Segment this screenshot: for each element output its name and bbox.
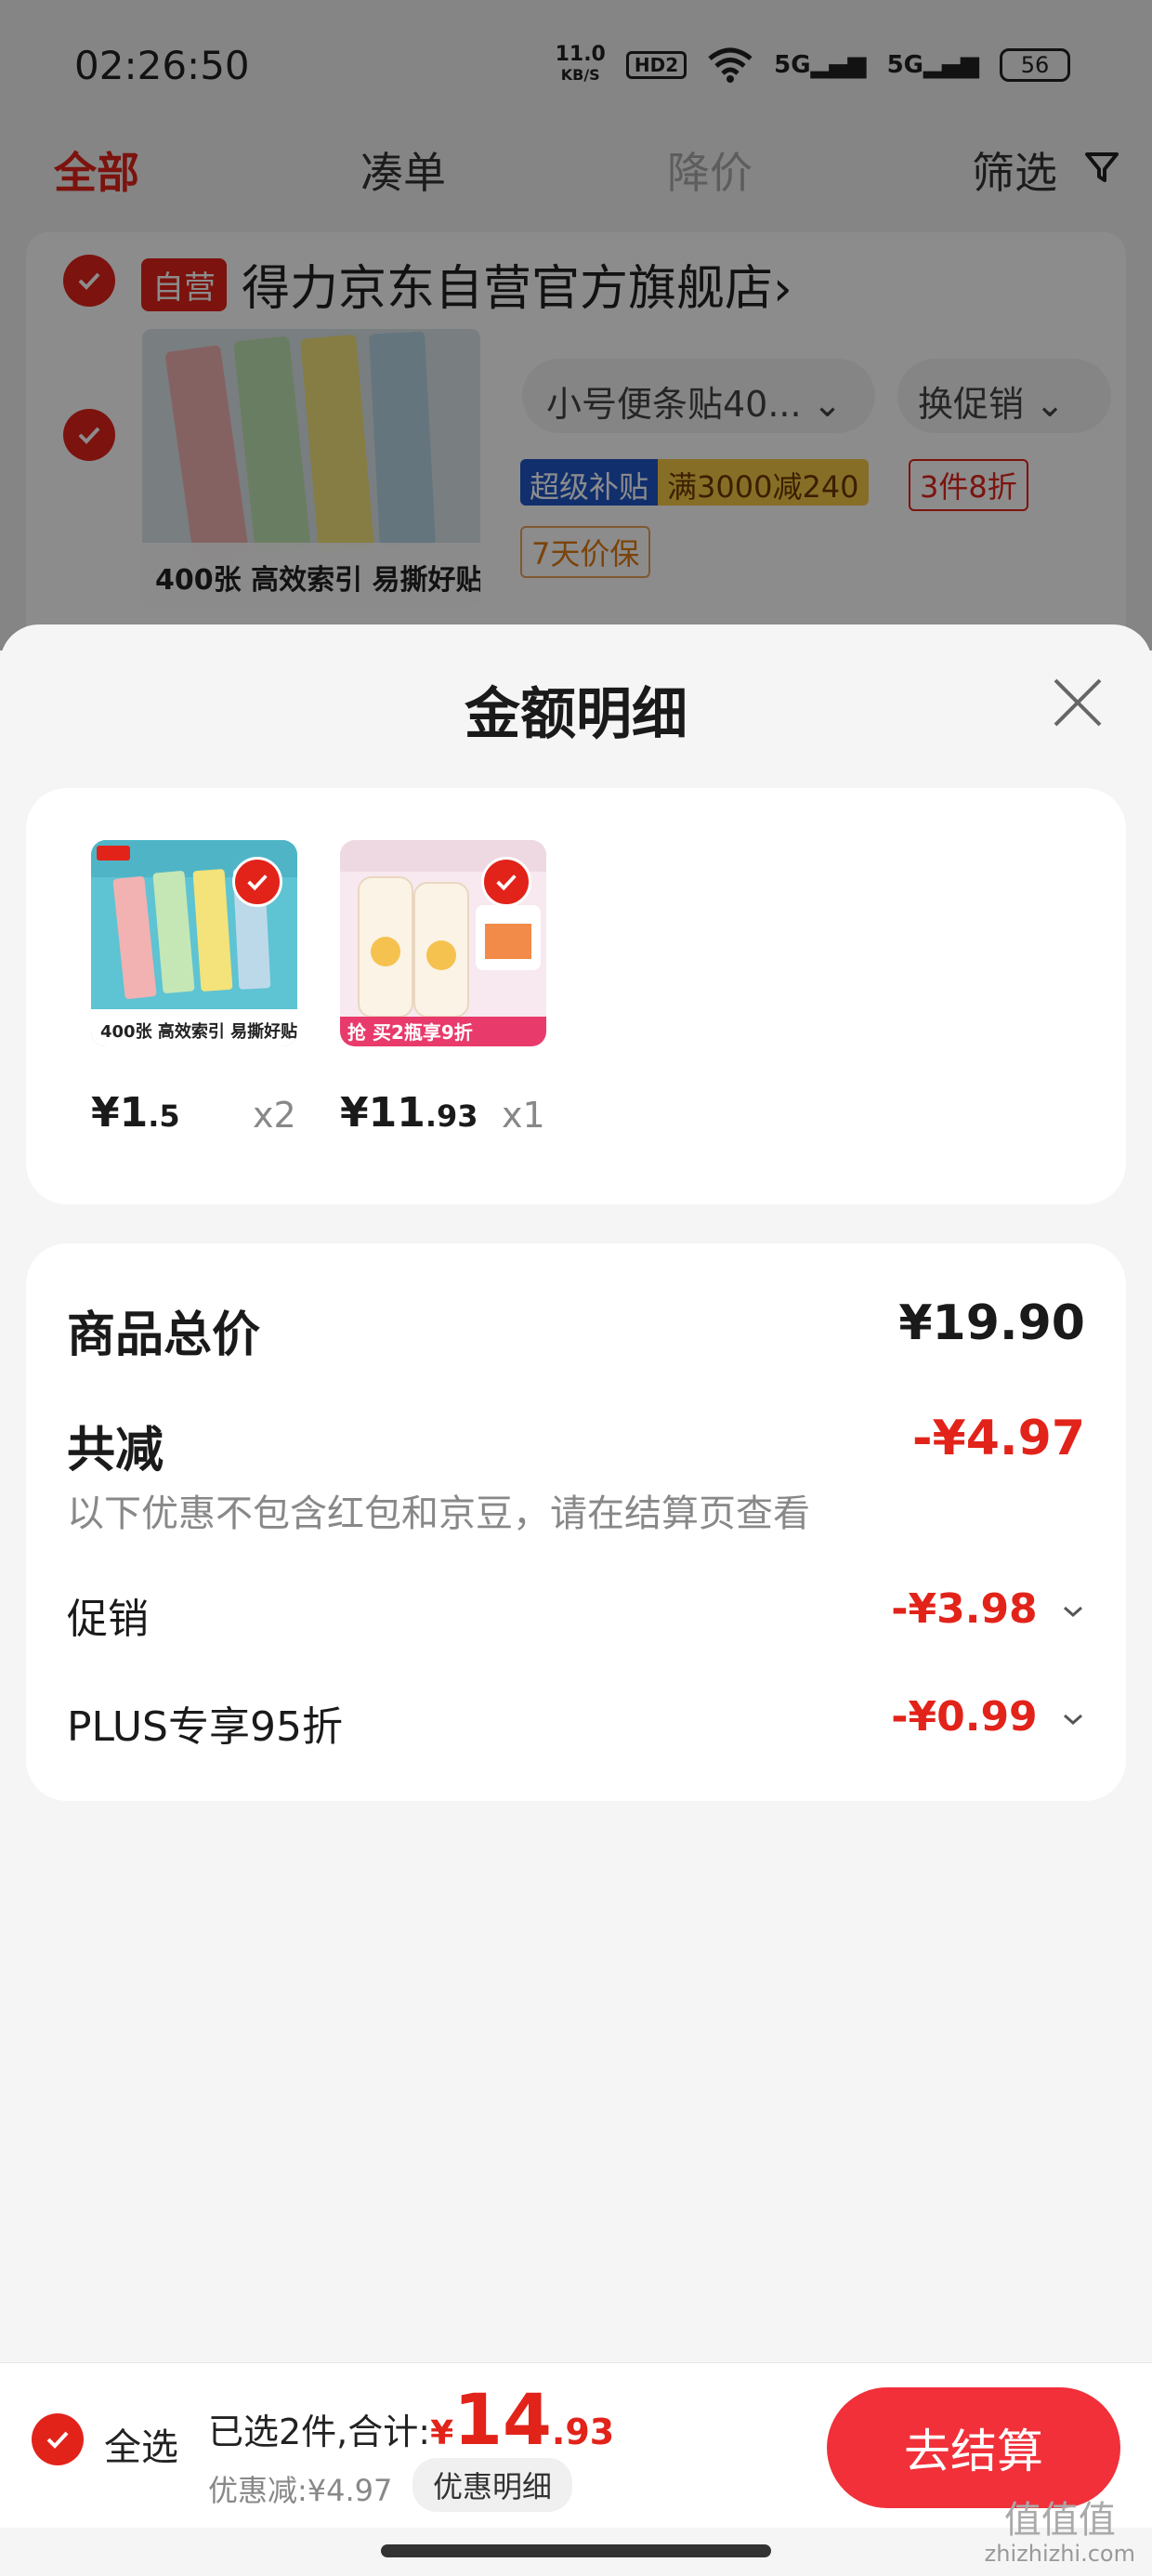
promo-value: -¥3.98	[891, 1585, 1038, 1633]
goods-price: ¥1.5	[91, 1089, 180, 1137]
promo-row[interactable]: -¥3.98	[891, 1585, 1085, 1633]
goods-checkbox[interactable]	[232, 857, 282, 907]
check-icon	[247, 874, 268, 891]
reduce-value: -¥4.97	[911, 1411, 1085, 1466]
check-icon	[496, 874, 517, 891]
goods-image: 抢 买2瓶享9折	[340, 840, 546, 1046]
plus-label: PLUS专享95折	[67, 1703, 343, 1751]
total-label: 商品总价	[67, 1308, 261, 1363]
plus-value: -¥0.99	[891, 1693, 1038, 1741]
watermark: 值值值 zhizhizhi.com	[984, 2499, 1135, 2567]
discount-summary: 优惠减:¥4.97	[208, 2473, 393, 2508]
chevron-down-icon	[1064, 1606, 1082, 1618]
promo-label: 促销	[67, 1596, 149, 1643]
check-icon	[46, 2431, 69, 2449]
sheet-title: 金额明细	[465, 682, 687, 747]
select-all-label[interactable]: 全选	[104, 2417, 178, 2471]
svg-text:抢 买2瓶享9折: 抢 买2瓶享9折	[347, 1021, 473, 1044]
total-summary: 已选2件,合计:¥14.93	[208, 2378, 615, 2461]
discount-detail-button[interactable]: 优惠明细	[412, 2458, 573, 2512]
reduce-note: 以下优惠不包含红包和京豆，请在结算页查看	[67, 1492, 810, 1535]
chevron-down-icon	[1064, 1714, 1082, 1726]
home-indicator[interactable]	[381, 2544, 771, 2557]
goods-qty: x2	[253, 1095, 296, 1136]
close-icon[interactable]	[1050, 675, 1106, 730]
goods-image: 400张 高效索引 易撕好贴	[91, 840, 297, 1046]
reduce-label: 共减	[67, 1423, 164, 1479]
goods-item[interactable]: 抢 买2瓶享9折	[340, 840, 548, 1046]
total-value: ¥19.90	[898, 1295, 1085, 1351]
svg-text:400张 高效索引 易撕好贴: 400张 高效索引 易撕好贴	[100, 1021, 297, 1042]
amount-detail-sheet: 金额明细 400张 高效索引 易撕好贴 ¥1.5 x2 抢 买2瓶享9折 ¥11…	[0, 624, 1152, 2576]
checkout-bar: 全选 已选2件,合计:¥14.93 优惠减:¥4.97 优惠明细 去结算	[0, 2362, 1152, 2528]
goods-card: 400张 高效索引 易撕好贴 ¥1.5 x2 抢 买2瓶享9折 ¥11.93 x…	[26, 788, 1126, 1204]
goods-qty: x1	[502, 1095, 545, 1136]
goods-checkbox[interactable]	[481, 857, 531, 907]
dim-overlay[interactable]	[0, 0, 1152, 651]
checkout-button[interactable]: 去结算	[827, 2387, 1120, 2508]
select-all-checkbox[interactable]	[32, 2413, 84, 2465]
goods-item[interactable]: 400张 高效索引 易撕好贴	[91, 840, 299, 1046]
goods-price: ¥11.93	[340, 1089, 478, 1137]
plus-row[interactable]: -¥0.99	[891, 1693, 1085, 1741]
price-summary-card: 商品总价 ¥19.90 共减 -¥4.97 以下优惠不包含红包和京豆，请在结算页…	[26, 1243, 1126, 1801]
